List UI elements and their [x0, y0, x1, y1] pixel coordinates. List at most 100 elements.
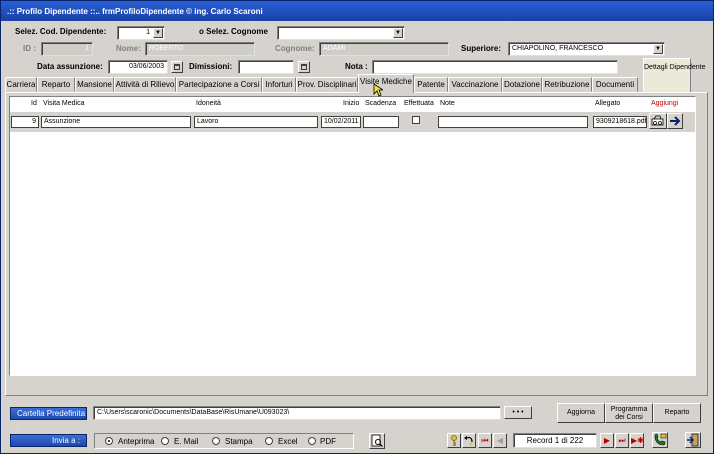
first-record-icon[interactable]: ⏮	[478, 433, 492, 448]
new-record-icon[interactable]: ▶✱	[630, 433, 644, 448]
cell-visita[interactable]: Assunzione	[41, 116, 191, 128]
aggiungi-link[interactable]: Aggiungi	[651, 100, 678, 107]
tab-inforturi[interactable]: Inforturi	[262, 77, 296, 92]
tab-label: Carriera	[6, 80, 36, 89]
mouse-cursor-icon	[373, 83, 383, 97]
radio-stampa[interactable]	[212, 437, 220, 445]
programma-corsi-button[interactable]: Programma dei Corsi	[605, 403, 653, 423]
col-header-scadenza: Scadenza	[365, 100, 397, 107]
tab-vaccinazione[interactable]: Vaccinazione	[448, 77, 502, 92]
sel-cognome-combo[interactable]: ▼	[277, 26, 405, 40]
cartella-field[interactable]: C:\Users\scaronic\Documents\DataBase\Ris…	[93, 406, 501, 420]
option-stampa: Stampa	[225, 437, 253, 446]
undo-icon[interactable]	[462, 433, 476, 448]
radio-excel[interactable]	[265, 437, 273, 445]
nota-field[interactable]	[372, 60, 618, 74]
cartella-label: Cartella Predefinita :	[10, 407, 87, 430]
tab-dettagli-dipendente[interactable]: Dettagli Dipendente	[643, 58, 706, 93]
tab-prov-disciplinari[interactable]: Prov. Disciplinari	[296, 77, 358, 92]
tab-patente[interactable]: Patente	[414, 77, 448, 92]
previous-record-icon[interactable]: ◀	[493, 433, 507, 448]
preview-icon[interactable]	[369, 433, 385, 449]
visite-grid	[9, 96, 696, 376]
record-label: Record 1 di 222	[526, 436, 584, 445]
tab-label: Inforturi	[265, 80, 293, 89]
aggiorna-label: Aggiorna	[566, 409, 596, 416]
tab-mansione[interactable]: Mansione	[75, 77, 114, 92]
phone-icon[interactable]	[652, 432, 668, 448]
exit-icon[interactable]	[685, 432, 701, 448]
data-assunzione-field[interactable]: 03/06/2003	[108, 60, 168, 74]
chevron-down-icon[interactable]: ▼	[393, 28, 403, 38]
id-label: ID :	[23, 44, 36, 53]
last-record-icon[interactable]: ⏭	[615, 433, 629, 448]
window-title: .:: Profilo Dipendente ::.. frmProfiloDi…	[7, 7, 263, 16]
arrow-right-icon[interactable]	[667, 113, 683, 129]
option-pdf: PDF	[320, 437, 336, 446]
cartella-label-text: Cartella Predefinita :	[17, 409, 86, 430]
cell-allegato[interactable]: 9309218618.pdf	[593, 116, 647, 128]
aggiorna-button[interactable]: Aggiorna	[557, 403, 605, 423]
next-record-icon[interactable]: ▶	[600, 433, 614, 448]
col-header-visita: Visita Medica	[43, 100, 85, 107]
calendar-icon[interactable]	[171, 61, 183, 73]
main-window: .:: Profilo Dipendente ::.. frmProfiloDi…	[0, 0, 714, 454]
tab-dotazione[interactable]: Dotazione	[502, 77, 542, 92]
radio-email[interactable]	[161, 437, 169, 445]
col-header-id: Id	[31, 100, 37, 107]
cell-note[interactable]	[438, 116, 588, 128]
dimissioni-field[interactable]	[238, 60, 294, 74]
tab-retribuzione[interactable]: Retribuzione	[542, 77, 592, 92]
tab-visite-mediche[interactable]: Visite Mediche	[358, 74, 414, 93]
open-attachment-icon[interactable]	[649, 113, 667, 129]
calendar-icon[interactable]	[298, 61, 310, 73]
cognome-field: ADAMI	[319, 42, 449, 56]
sel-cod-value: 1	[146, 29, 150, 36]
superiore-label: Superiore:	[461, 44, 502, 53]
col-header-inizio: Inizio	[343, 100, 360, 107]
browse-button[interactable]: • • •	[504, 406, 532, 419]
tab-label: Patente	[417, 80, 445, 89]
superiore-value: CHIAPOLINO, FRANCESCO	[512, 45, 604, 52]
col-header-note: Note	[440, 100, 455, 107]
data-assunzione-value: 03/06/2003	[128, 63, 164, 70]
data-assunzione-label: Data assunzione:	[37, 62, 103, 71]
cell-id-value: 9	[32, 118, 36, 125]
tab-carriera[interactable]: Carriera	[5, 77, 37, 92]
cell-scadenza[interactable]	[363, 116, 399, 128]
reparto-button[interactable]: Reparto	[653, 403, 701, 423]
tab-partecipazione-a-corsi[interactable]: Partecipazione a Corsi	[176, 77, 262, 92]
radio-pdf[interactable]	[308, 437, 316, 445]
nome-value: ROBERTO	[149, 45, 184, 52]
tab-label: Mansione	[77, 80, 112, 89]
cell-inizio-value: 10/02/2011	[324, 118, 359, 125]
browse-label: • • •	[512, 409, 524, 416]
reparto-label: Reparto	[664, 409, 690, 416]
cell-idoneita[interactable]: Lavoro	[194, 116, 318, 128]
cognome-value: ADAMI	[323, 45, 346, 52]
cell-visita-value: Assunzione	[44, 118, 81, 125]
tab-reparto[interactable]: Reparto	[37, 77, 75, 92]
tab-label: Dotazione	[503, 80, 541, 89]
col-header-idoneita: Idoneità	[196, 100, 221, 107]
tab-documenti[interactable]: Documenti	[592, 77, 638, 92]
tab-label: Retribuzione	[544, 80, 590, 89]
tab-attivita-di-rilievo[interactable]: Attività di Rilievo	[114, 77, 176, 92]
id-field: 1	[41, 42, 93, 56]
invia-label-text: Invia a :	[51, 436, 80, 445]
col-header-allegato: Allegato	[595, 100, 621, 107]
dimissioni-label: Dimissioni:	[189, 62, 233, 71]
superiore-combo[interactable]: CHIAPOLINO, FRANCESCO ▼	[508, 42, 665, 56]
sel-cognome-label: o Selez. Cognome	[199, 27, 268, 36]
radio-anteprima[interactable]	[105, 437, 113, 445]
nome-label: Nome:	[116, 44, 141, 53]
effettuata-checkbox[interactable]	[412, 116, 420, 124]
key-icon[interactable]	[447, 433, 461, 448]
chevron-down-icon[interactable]: ▼	[653, 44, 663, 54]
cell-id[interactable]: 9	[11, 116, 39, 128]
programma-label: Programma dei Corsi	[610, 406, 648, 421]
cell-inizio[interactable]: 10/02/2011	[321, 116, 361, 128]
sel-cod-combo[interactable]: 1 ▼	[117, 26, 165, 40]
id-value: 1	[85, 45, 89, 52]
chevron-down-icon[interactable]: ▼	[153, 28, 163, 38]
